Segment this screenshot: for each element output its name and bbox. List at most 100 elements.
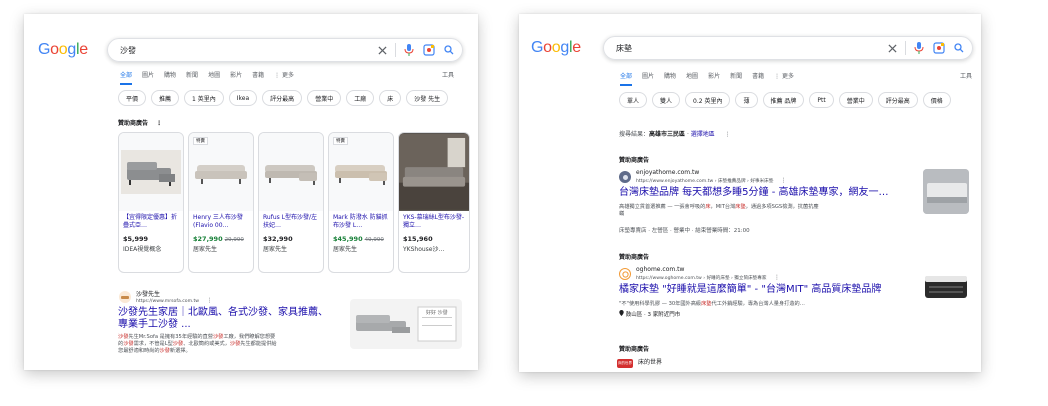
- search-icon[interactable]: [442, 43, 456, 57]
- tab-more[interactable]: ⋮ 更多: [274, 70, 294, 85]
- tab-books[interactable]: 書籍: [252, 70, 264, 85]
- chip-ptt[interactable]: Ptt: [809, 92, 834, 108]
- chip-within-0-2-mile[interactable]: 0.2 英里內: [685, 92, 731, 108]
- ad-title[interactable]: 沙發先生家居｜北歐風、各式沙發、家具推薦、 專業手工沙發 ...: [118, 307, 328, 331]
- google-logo[interactable]: Google: [38, 41, 88, 59]
- more-options-icon[interactable]: ⋮: [156, 120, 162, 127]
- map-pin-icon: [619, 310, 624, 316]
- product-store: 居家先生: [263, 246, 288, 253]
- product-name[interactable]: 【宜得限定優惠】折疊式亞…: [119, 211, 183, 233]
- site-favicon: [119, 291, 131, 303]
- product-card[interactable]: Rufus L型布沙發/左扶妃… $32,990 居家先生: [258, 132, 324, 273]
- chip-recommended[interactable]: 推薦: [151, 90, 180, 106]
- product-name[interactable]: Henry 三人布沙發 (Flavio 00…: [189, 211, 253, 233]
- search-tabs: 全部 圖片 購物 地圖 影片 新聞 書籍 ⋮ 更多: [620, 71, 804, 86]
- chip-ikea[interactable]: Ikea: [228, 90, 258, 106]
- divider: [905, 41, 906, 55]
- search-box[interactable]: 沙發: [107, 38, 463, 62]
- tab-images[interactable]: 圖片: [142, 70, 154, 85]
- microphone-icon[interactable]: [402, 43, 416, 57]
- location-name: 高雄市三民區: [649, 131, 686, 138]
- ad-location[interactable]: 鼓山區 · 3 家附近門市: [619, 310, 680, 318]
- choose-area-link[interactable]: 選擇地區: [691, 131, 715, 138]
- more-options-icon[interactable]: ⋮: [781, 177, 787, 184]
- divider: [395, 43, 396, 57]
- tab-images[interactable]: 圖片: [642, 71, 654, 86]
- tab-news[interactable]: 新聞: [186, 70, 198, 85]
- tab-videos[interactable]: 影片: [230, 70, 242, 85]
- thumbnail-caption: 好好 沙發: [426, 310, 448, 316]
- search-box[interactable]: 床墊: [603, 36, 973, 60]
- product-card[interactable]: 特賣 Henry 三人布沙發 (Flavio 00… $27,990 29,990…: [188, 132, 254, 273]
- clear-icon[interactable]: [375, 43, 389, 57]
- ad-title[interactable]: 橘家床墊 "好睡就是這麼簡單" - "台灣MIT" 高品質床墊品牌: [619, 284, 881, 296]
- tab-news[interactable]: 新聞: [730, 71, 742, 86]
- chip-sofa-mister[interactable]: 沙發 先生: [406, 90, 449, 106]
- ad-thumbnail[interactable]: [923, 169, 969, 214]
- more-options-icon[interactable]: ⋮: [774, 274, 780, 281]
- site-favicon: 床的世界: [617, 359, 633, 368]
- ad-description: 沙發先生Mr.Sofa 是擁有35年經驗的直營沙發工廠，我們瞭解您想要 的沙發需…: [118, 334, 277, 354]
- more-options-icon[interactable]: ⋮: [207, 297, 213, 304]
- google-logo[interactable]: Google: [531, 39, 581, 57]
- ad-site-url[interactable]: https://www.mrsofa.com.tw ⋮: [136, 297, 213, 304]
- ad-site-name[interactable]: enjoyathome.com.tw: [636, 169, 699, 176]
- chip-double[interactable]: 雙人: [652, 92, 681, 108]
- ad-site-url[interactable]: https://www.enjoyathome.com.tw › 床墊推薦品牌 …: [636, 177, 787, 184]
- site-favicon: [619, 268, 631, 280]
- product-image: [399, 133, 469, 211]
- search-results-panel-sofa: Google 沙發 全部 圖片 購物 新聞 地圖 影片 書籍 ⋮ 更多 工具 平…: [24, 14, 478, 370]
- ad-site-name[interactable]: 床的世界: [638, 357, 662, 366]
- tab-all[interactable]: 全部: [620, 71, 633, 86]
- lens-icon[interactable]: [422, 43, 436, 57]
- search-icon[interactable]: [952, 41, 966, 55]
- ad-thumbnail[interactable]: [923, 266, 969, 312]
- search-input[interactable]: 沙發: [120, 45, 375, 56]
- tab-all[interactable]: 全部: [120, 70, 133, 85]
- product-name[interactable]: Mark 防潑水 防貓抓布沙發 L…: [329, 211, 393, 233]
- sponsored-heading: 贊助商廣告: [619, 346, 650, 353]
- ad-site-url[interactable]: https://www.oghome.com.tw › 好睡的床墊 › 獨立筒床…: [636, 274, 780, 281]
- chip-top-rated[interactable]: 評分最高: [877, 92, 918, 108]
- chip-within-1-mile[interactable]: 1 英里內: [184, 90, 224, 106]
- product-image: [119, 133, 183, 211]
- ad-title[interactable]: 台灣床墊品牌 每天都想多睡5分鐘 - 高雄床墊專家，網友一…: [619, 187, 889, 199]
- tab-maps[interactable]: 地圖: [208, 70, 220, 85]
- chip-bed[interactable]: 床: [379, 90, 402, 106]
- chip-thin[interactable]: 薄: [735, 92, 758, 108]
- ad-thumbnail[interactable]: 好好 沙發: [350, 299, 462, 349]
- chip-affordable[interactable]: 平價: [118, 90, 147, 106]
- tab-shopping[interactable]: 購物: [664, 71, 676, 86]
- clear-icon[interactable]: [885, 41, 899, 55]
- search-input[interactable]: 床墊: [616, 43, 885, 54]
- chip-top-rated[interactable]: 評分最高: [262, 90, 303, 106]
- chip-factory[interactable]: 工廠: [346, 90, 375, 106]
- tools-button[interactable]: 工具: [960, 71, 972, 80]
- product-name[interactable]: YKS-慕瑞絲L型布沙發-獨立…: [399, 211, 469, 233]
- tab-more[interactable]: ⋮ 更多: [774, 71, 794, 86]
- ad-site-name[interactable]: oghome.com.tw: [636, 266, 684, 273]
- product-card[interactable]: 特賣 Mark 防潑水 防貓抓布沙發 L… $45,990 49,990 居家先生: [328, 132, 394, 273]
- chip-single[interactable]: 單人: [619, 92, 648, 108]
- tab-maps[interactable]: 地圖: [686, 71, 698, 86]
- chip-recommended-brand[interactable]: 推薦 品牌: [762, 92, 805, 108]
- chip-open-now[interactable]: 營業中: [838, 92, 873, 108]
- product-card[interactable]: YKS-慕瑞絲L型布沙發-獨立… $15,960 YKShouse沙…: [398, 132, 470, 273]
- chip-price[interactable]: 價格: [922, 92, 951, 108]
- microphone-icon[interactable]: [912, 41, 926, 55]
- lens-icon[interactable]: [932, 41, 946, 55]
- tab-videos[interactable]: 影片: [708, 71, 720, 86]
- product-store: 居家先生: [193, 246, 218, 253]
- more-options-icon[interactable]: ⋮: [725, 131, 731, 138]
- sponsored-heading: 贊助商廣告: [619, 157, 650, 164]
- tab-books[interactable]: 書籍: [752, 71, 764, 86]
- tab-shopping[interactable]: 購物: [164, 70, 176, 85]
- product-card[interactable]: 【宜得限定優惠】折疊式亞… $5,999 IDEA視覺概念: [118, 132, 184, 273]
- product-name[interactable]: Rufus L型布沙發/左扶妃…: [259, 211, 323, 233]
- chip-open-now[interactable]: 營業中: [307, 90, 342, 106]
- product-store: YKShouse沙…: [403, 246, 445, 253]
- product-image: [259, 133, 323, 211]
- product-store: IDEA視覺概念: [123, 246, 162, 253]
- tools-button[interactable]: 工具: [442, 70, 454, 79]
- product-price: $15,960: [403, 235, 433, 243]
